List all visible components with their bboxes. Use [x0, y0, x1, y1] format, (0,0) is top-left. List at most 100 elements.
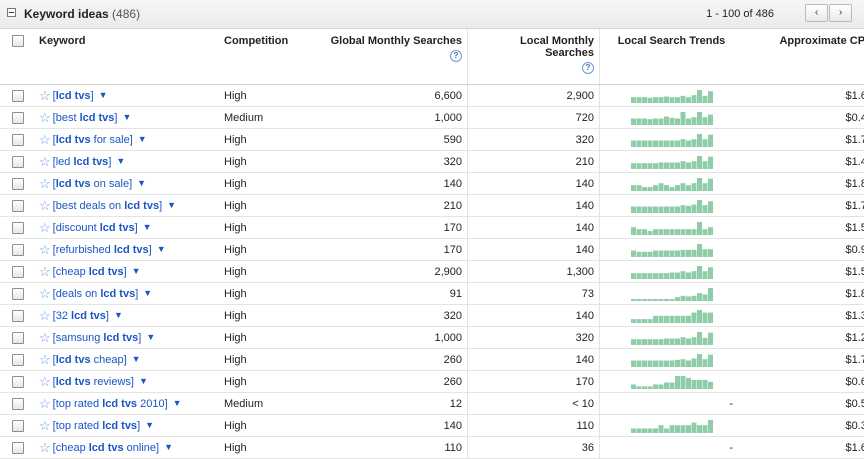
trend-bar: [680, 270, 685, 279]
global-searches-cell: 210: [329, 194, 468, 217]
row-checkbox[interactable]: [11, 397, 24, 410]
column-cpc[interactable]: Approximate CPC: [743, 29, 864, 85]
keyword-link[interactable]: [samsung lcd tvs]: [53, 331, 142, 343]
chevron-down-icon[interactable]: ▼: [157, 244, 166, 254]
keyword-link[interactable]: [deals on lcd tvs]: [53, 287, 139, 299]
star-icon[interactable]: ☆: [39, 176, 51, 191]
chevron-down-icon[interactable]: ▼: [132, 266, 141, 276]
row-checkbox[interactable]: [11, 441, 24, 454]
star-icon[interactable]: ☆: [39, 110, 51, 125]
row-checkbox[interactable]: [11, 375, 24, 388]
chevron-down-icon[interactable]: ▼: [143, 222, 152, 232]
row-checkbox[interactable]: [11, 353, 24, 366]
competition-cell: High: [218, 216, 329, 239]
help-icon[interactable]: ?: [582, 62, 594, 74]
row-checkbox[interactable]: [11, 309, 24, 322]
star-icon[interactable]: ☆: [39, 264, 51, 279]
star-icon[interactable]: ☆: [39, 352, 51, 367]
column-keyword[interactable]: Keyword: [35, 29, 218, 85]
star-icon[interactable]: ☆: [39, 308, 51, 323]
keyword-link[interactable]: [lcd tvs on sale]: [53, 177, 133, 189]
keyword-link[interactable]: [refurbished lcd tvs]: [53, 243, 152, 255]
select-all-checkbox[interactable]: [11, 35, 24, 48]
keyword-link[interactable]: [32 lcd tvs]: [53, 309, 109, 321]
row-checkbox[interactable]: [11, 419, 24, 432]
chevron-down-icon[interactable]: ▼: [143, 288, 152, 298]
row-select-cell: [0, 282, 35, 305]
column-local-trends[interactable]: Local Search Trends: [599, 29, 743, 85]
row-checkbox[interactable]: [11, 243, 24, 256]
trend-bar: [685, 315, 691, 323]
chevron-down-icon[interactable]: ▼: [122, 112, 131, 122]
chevron-down-icon[interactable]: ▼: [167, 200, 176, 210]
trend-bar: [674, 375, 680, 389]
star-icon[interactable]: ☆: [39, 374, 51, 389]
chevron-down-icon[interactable]: ▼: [146, 332, 155, 342]
chevron-down-icon[interactable]: ▼: [138, 134, 147, 144]
star-icon[interactable]: ☆: [39, 440, 51, 455]
keyword-link[interactable]: [cheap lcd tvs]: [53, 265, 127, 277]
keyword-link[interactable]: [lcd tvs reviews]: [53, 375, 134, 387]
star-icon[interactable]: ☆: [39, 132, 51, 147]
trend-bar: [658, 228, 663, 235]
keyword-link[interactable]: [top rated lcd tvs 2010]: [53, 397, 168, 409]
next-page-button[interactable]: ›: [829, 4, 852, 22]
column-global-searches[interactable]: Global Monthly Searches?: [329, 29, 468, 85]
star-icon[interactable]: ☆: [39, 198, 51, 213]
chevron-down-icon[interactable]: ▼: [173, 398, 182, 408]
column-local-searches[interactable]: Local Monthly Searches?: [467, 29, 600, 85]
trend-bar: [680, 182, 685, 191]
keyword-link[interactable]: [best deals on lcd tvs]: [53, 199, 162, 211]
help-icon[interactable]: ?: [450, 50, 462, 62]
trend-bar: [696, 331, 702, 345]
keyword-link[interactable]: [lcd tvs cheap]: [53, 353, 127, 365]
row-checkbox[interactable]: [11, 177, 24, 190]
keyword-link[interactable]: [top rated lcd tvs]: [53, 419, 140, 431]
row-checkbox[interactable]: [11, 155, 24, 168]
star-icon[interactable]: ☆: [39, 242, 51, 257]
trend-bar: [652, 162, 658, 169]
chevron-down-icon[interactable]: ▼: [139, 376, 148, 386]
star-icon[interactable]: ☆: [39, 154, 51, 169]
keyword-link[interactable]: [discount lcd tvs]: [53, 221, 138, 233]
keyword-link[interactable]: [lcd tvs]: [53, 89, 94, 101]
chevron-down-icon[interactable]: ▼: [145, 420, 154, 430]
trend-bar: [636, 338, 641, 345]
star-icon[interactable]: ☆: [39, 330, 51, 345]
trend-bar: [674, 272, 680, 279]
trend-bar: [636, 140, 641, 147]
row-select-cell: [0, 172, 35, 195]
star-icon[interactable]: ☆: [39, 286, 51, 301]
chevron-down-icon[interactable]: ▼: [137, 178, 146, 188]
trend-cell: [599, 150, 743, 173]
trend-bar: [674, 338, 680, 345]
collapse-icon[interactable]: [7, 8, 16, 17]
row-checkbox[interactable]: [11, 89, 24, 102]
keyword-link[interactable]: [best lcd tvs]: [53, 111, 118, 123]
column-competition[interactable]: Competition: [218, 29, 329, 85]
star-icon[interactable]: ☆: [39, 418, 51, 433]
trend-bar: [647, 338, 652, 345]
keyword-link[interactable]: [lcd tvs for sale]: [53, 133, 133, 145]
star-icon[interactable]: ☆: [39, 396, 51, 411]
row-checkbox[interactable]: [11, 331, 24, 344]
row-checkbox[interactable]: [11, 221, 24, 234]
row-checkbox[interactable]: [11, 287, 24, 300]
keyword-link[interactable]: [led lcd tvs]: [53, 155, 112, 167]
row-checkbox[interactable]: [11, 265, 24, 278]
trend-bar: [658, 182, 663, 191]
chevron-down-icon[interactable]: ▼: [132, 354, 141, 364]
star-icon[interactable]: ☆: [39, 88, 51, 103]
row-checkbox[interactable]: [11, 133, 24, 146]
chevron-down-icon[interactable]: ▼: [116, 156, 125, 166]
row-checkbox[interactable]: [11, 111, 24, 124]
chevron-down-icon[interactable]: ▼: [99, 90, 108, 100]
trend-bar: [696, 133, 702, 147]
star-icon[interactable]: ☆: [39, 220, 51, 235]
prev-page-button[interactable]: ‹: [805, 4, 828, 22]
trend-bar: [636, 272, 641, 279]
keyword-link[interactable]: [cheap lcd tvs online]: [53, 441, 159, 453]
row-checkbox[interactable]: [11, 199, 24, 212]
chevron-down-icon[interactable]: ▼: [164, 442, 173, 452]
chevron-down-icon[interactable]: ▼: [114, 310, 123, 320]
